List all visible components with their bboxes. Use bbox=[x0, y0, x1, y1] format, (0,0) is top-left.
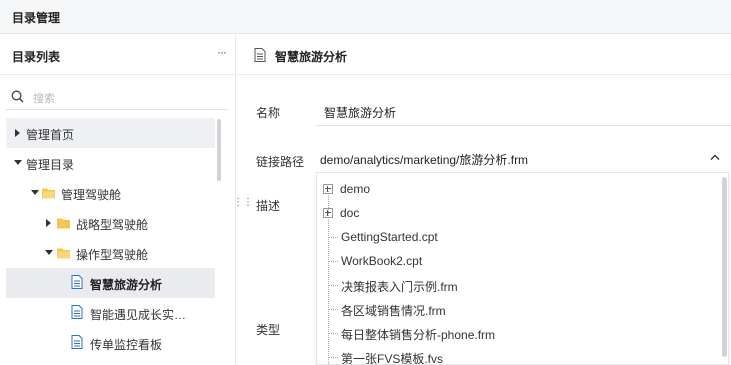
collapse-arrow-icon[interactable] bbox=[45, 250, 53, 255]
folder-open-icon bbox=[57, 248, 71, 259]
tree-item-label: 管理目录 bbox=[26, 158, 75, 172]
tree-branch-line bbox=[328, 285, 338, 286]
path-select[interactable]: demo/analytics/marketing/旅游分析.frm bbox=[316, 146, 731, 172]
dropdown-item-label: 各区域销售情况.frm bbox=[341, 304, 446, 318]
name-label: 名称 bbox=[256, 106, 281, 120]
dropdown-item-file[interactable]: 每日整体销售分析-phone.frm bbox=[317, 321, 717, 345]
dropdown-item-folder[interactable]: doc bbox=[317, 201, 717, 225]
description-label: 描述 bbox=[256, 199, 281, 213]
tree-branch-line bbox=[328, 309, 338, 310]
dropdown-item-label: 决策报表入门示例.frm bbox=[341, 280, 458, 294]
tree-item-cockpit[interactable]: 管理驾驶舱 bbox=[6, 178, 215, 208]
tree-item-manage-dir[interactable]: 管理目录 bbox=[6, 148, 215, 178]
dropdown-item-file[interactable]: 第一张FVS模板.fvs bbox=[317, 345, 717, 365]
path-label: 链接路径 bbox=[256, 155, 305, 169]
tree-branch-line bbox=[328, 357, 338, 358]
path-dropdown-list: demo doc GettingStarted.cpt WorkBook2.cp… bbox=[316, 172, 729, 365]
expand-plus-icon[interactable] bbox=[323, 184, 333, 194]
dropdown-item-label: 每日整体销售分析-phone.frm bbox=[341, 328, 496, 342]
tree-item-smart-tourism[interactable]: 智慧旅游分析 bbox=[6, 268, 215, 298]
dropdown-item-label: doc bbox=[340, 206, 360, 220]
document-icon bbox=[254, 48, 266, 62]
expand-arrow-icon[interactable] bbox=[46, 219, 51, 227]
window-title: 目录管理 bbox=[12, 11, 61, 25]
directory-sidebar: 目录列表 ··· 搜索 管理首页 管理目录 管理驾驶舱 战略型驾驶舱 操作型驾驶… bbox=[0, 35, 236, 365]
tree-item-smart-growth[interactable]: 智能遇见成长实… bbox=[6, 298, 215, 328]
detail-header: 智慧旅游分析 bbox=[237, 35, 731, 75]
search-icon bbox=[11, 90, 24, 103]
search-placeholder: 搜索 bbox=[33, 93, 55, 105]
tree-item-label: 管理驾驶舱 bbox=[61, 188, 122, 202]
expand-arrow-icon[interactable] bbox=[15, 129, 20, 137]
tree-item-operational-cockpit[interactable]: 操作型驾驶舱 bbox=[6, 238, 215, 268]
tree-branch-line bbox=[328, 237, 338, 238]
document-icon bbox=[71, 335, 83, 349]
tree-item-flyer-monitor[interactable]: 传单监控看板 bbox=[6, 328, 215, 358]
tree-item-label: 传单监控看板 bbox=[90, 338, 163, 352]
tree-item-home[interactable]: 管理首页 bbox=[6, 118, 215, 148]
tree-item-label: 操作型驾驶舱 bbox=[76, 248, 149, 262]
window-titlebar: 目录管理 bbox=[0, 0, 731, 34]
name-field-value: 智慧旅游分析 bbox=[324, 106, 397, 120]
dropdown-item-label: 第一张FVS模板.fvs bbox=[341, 352, 444, 365]
panel-resize-handle[interactable]: ⋮⋮ bbox=[233, 198, 253, 208]
tree-branch-line bbox=[328, 333, 338, 334]
tree-branch-line bbox=[328, 261, 338, 262]
document-icon bbox=[71, 275, 83, 289]
dropdown-item-label: GettingStarted.cpt bbox=[341, 230, 438, 244]
dropdown-item-file[interactable]: WorkBook2.cpt bbox=[317, 249, 717, 273]
path-select-value: demo/analytics/marketing/旅游分析.frm bbox=[320, 153, 529, 167]
collapse-arrow-icon[interactable] bbox=[31, 190, 39, 195]
sidebar-header: 目录列表 ··· bbox=[0, 35, 236, 75]
detail-title: 智慧旅游分析 bbox=[275, 50, 348, 64]
dropdown-item-label: demo bbox=[340, 182, 371, 196]
sidebar-title: 目录列表 bbox=[12, 50, 61, 64]
name-field[interactable]: 智慧旅游分析 bbox=[316, 97, 731, 126]
dropdown-item-file[interactable]: GettingStarted.cpt bbox=[317, 225, 717, 249]
document-icon bbox=[71, 305, 83, 319]
tree-item-label: 智慧旅游分析 bbox=[90, 278, 163, 292]
dropdown-scrollbar[interactable] bbox=[722, 177, 727, 357]
folder-icon bbox=[57, 218, 70, 229]
chevron-up-icon[interactable] bbox=[710, 154, 720, 160]
tree-item-label: 智能遇见成长实… bbox=[90, 308, 187, 322]
folder-open-icon bbox=[42, 188, 56, 199]
tree-item-label: 战略型驾驶舱 bbox=[76, 218, 149, 232]
tree-item-label: 管理首页 bbox=[26, 128, 75, 142]
collapse-arrow-icon[interactable] bbox=[14, 160, 22, 165]
more-options-button[interactable]: ··· bbox=[217, 45, 227, 59]
type-label: 类型 bbox=[256, 323, 281, 337]
dropdown-item-file[interactable]: 决策报表入门示例.frm bbox=[317, 273, 717, 297]
sidebar-scrollbar[interactable] bbox=[217, 119, 221, 181]
dropdown-item-file[interactable]: 各区域销售情况.frm bbox=[317, 297, 717, 321]
tree-item-strategic-cockpit[interactable]: 战略型驾驶舱 bbox=[6, 208, 215, 238]
expand-plus-icon[interactable] bbox=[323, 208, 333, 218]
dropdown-item-folder[interactable]: demo bbox=[317, 177, 717, 201]
search-input[interactable]: 搜索 bbox=[6, 82, 228, 110]
dropdown-item-label: WorkBook2.cpt bbox=[341, 254, 423, 268]
